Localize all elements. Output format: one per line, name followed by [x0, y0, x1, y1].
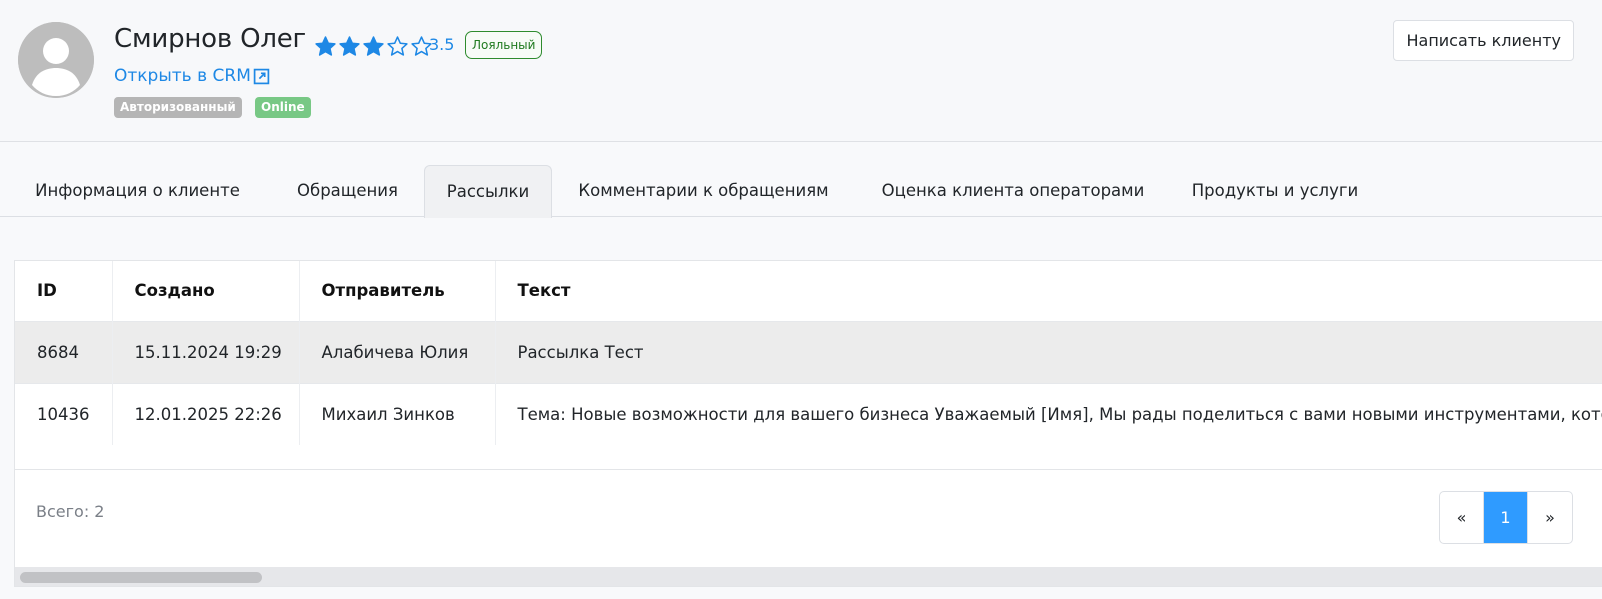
- pagination: « 1 »: [1439, 491, 1573, 544]
- open-crm-link-label: Открыть в CRM: [114, 66, 251, 86]
- status-badge-authorized: Авторизованный: [114, 97, 242, 118]
- horizontal-scrollbar[interactable]: [15, 567, 1602, 586]
- cell-created: 15.11.2024 19:29: [112, 320, 300, 383]
- rating-stars: [314, 34, 433, 58]
- cell-sender: Алабичева Юлия: [299, 320, 496, 383]
- cell-id: 8684: [15, 320, 113, 383]
- column-header-id[interactable]: ID: [15, 261, 113, 321]
- table-row[interactable]: 8684 15.11.2024 19:29 Алабичева Юлия Рас…: [15, 320, 1602, 383]
- pagination-prev-button[interactable]: «: [1440, 492, 1484, 543]
- tab-request-comments[interactable]: Комментарии к обращениям: [561, 165, 846, 217]
- tab-client-info[interactable]: Информация о клиенте: [26, 165, 249, 217]
- tab-products-services[interactable]: Продукты и услуги: [1181, 165, 1369, 217]
- table-header-row: ID Создано Отправитель Текст: [15, 261, 1602, 321]
- loyalty-badge: Лояльный: [465, 31, 543, 59]
- client-header: Смирнов Олег 3.5 Лояльный Открыть в CRM …: [0, 0, 1602, 142]
- table-footer-divider: [15, 469, 1602, 470]
- tab-mailings[interactable]: Рассылки: [424, 165, 552, 218]
- open-crm-link[interactable]: Открыть в CRM: [114, 66, 270, 86]
- column-header-sender[interactable]: Отправитель: [299, 261, 496, 321]
- column-header-created[interactable]: Создано: [112, 261, 300, 321]
- write-client-button[interactable]: Написать клиенту: [1393, 20, 1574, 61]
- scrollbar-thumb[interactable]: [20, 572, 262, 583]
- rating-value: 3.5: [429, 35, 455, 54]
- star-filled-icon: [315, 35, 336, 56]
- cell-created: 12.01.2025 22:26: [112, 382, 300, 445]
- cell-text: Рассылка Тест: [495, 320, 1602, 383]
- column-header-text[interactable]: Текст: [495, 261, 1602, 321]
- total-count: Всего: 2: [36, 502, 105, 521]
- tab-operator-rating[interactable]: Оценка клиента операторами: [868, 165, 1158, 217]
- mailings-table-wrapper: ID Создано Отправитель Текст 8684 15.11.…: [15, 261, 1602, 469]
- client-name: Смирнов Олег: [114, 24, 307, 54]
- star-filled-icon: [363, 35, 384, 56]
- user-avatar-icon: [18, 22, 94, 98]
- mailings-card: ID Создано Отправитель Текст 8684 15.11.…: [14, 260, 1602, 587]
- tab-bar: Информация о клиенте Обращения Рассылки …: [0, 165, 1602, 218]
- pagination-next-button[interactable]: »: [1528, 492, 1572, 543]
- status-badge-online: Online: [255, 97, 311, 118]
- tab-requests[interactable]: Обращения: [281, 165, 414, 217]
- pagination-page-1[interactable]: 1: [1484, 492, 1528, 543]
- star-outline-icon: [387, 35, 408, 56]
- external-link-icon: [253, 68, 270, 84]
- cell-text: Тема: Новые возможности для вашего бизне…: [495, 382, 1602, 445]
- star-filled-icon: [339, 35, 360, 56]
- cell-sender: Михаил Зинков: [299, 382, 496, 445]
- cell-id: 10436: [15, 382, 113, 445]
- table-row[interactable]: 10436 12.01.2025 22:26 Михаил Зинков Тем…: [15, 382, 1602, 445]
- mailings-table: ID Создано Отправитель Текст 8684 15.11.…: [15, 261, 1602, 445]
